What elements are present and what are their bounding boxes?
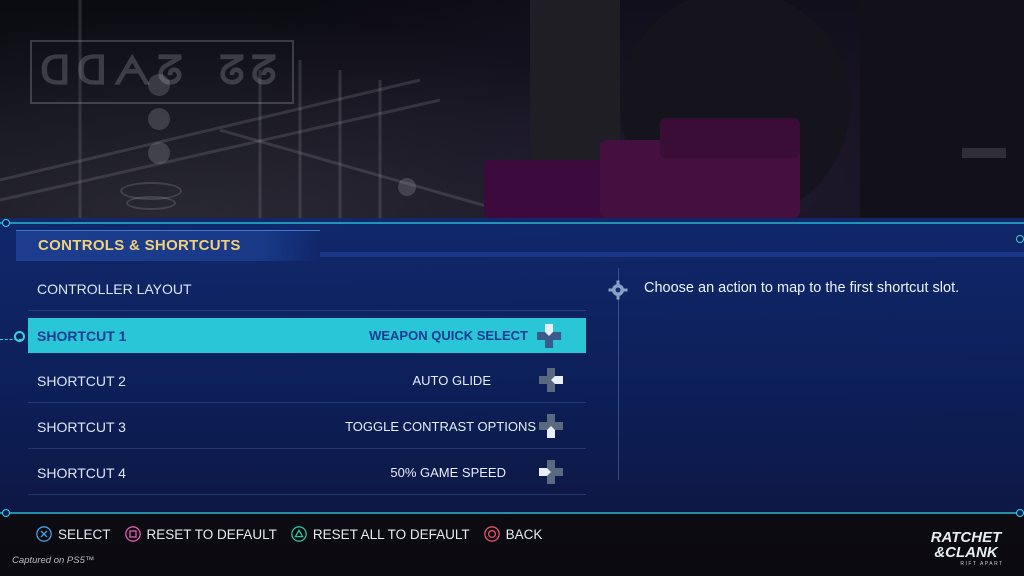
prompt-select[interactable]: SELECT (36, 526, 111, 542)
game-logo: RATCHET &CLANK RIFT APART (931, 529, 1003, 567)
menu-item-shortcut-3[interactable]: SHORTCUT 3 TOGGLE CONTRAST OPTIONS (28, 404, 586, 449)
panel-header-stripe (320, 252, 1024, 257)
panel-node (1016, 235, 1024, 243)
panel-node (2, 509, 10, 517)
menu-item-value: WEAPON QUICK SELECT (369, 328, 528, 343)
svg-text:RIFT APART: RIFT APART (960, 561, 1003, 567)
menu-item-shortcut-4[interactable]: SHORTCUT 4 50% GAME SPEED (28, 450, 586, 495)
gear-icon (608, 280, 628, 300)
square-button-icon (124, 526, 141, 542)
circle-button-icon (483, 526, 500, 542)
prompt-label: RESET TO DEFAULT (146, 526, 277, 542)
menu-item-shortcut-1[interactable]: SHORTCUT 1 WEAPON QUICK SELECT (0, 318, 586, 353)
triangle-button-icon (290, 526, 307, 542)
page-title: CONTROLS & SHORTCUTS (38, 237, 241, 254)
prompt-label: BACK (505, 526, 543, 542)
prompt-reset-default[interactable]: RESET TO DEFAULT (124, 526, 277, 542)
background-magenta-object (660, 118, 800, 158)
panel-bottom-line (0, 512, 1024, 514)
prompt-back[interactable]: BACK (483, 526, 543, 542)
svg-text:&CLANK: &CLANK (934, 544, 998, 561)
panel-top-line (0, 222, 1024, 224)
menu-item-label: SHORTCUT 2 (37, 373, 126, 389)
prompt-reset-all[interactable]: RESET ALL TO DEFAULT (290, 526, 470, 542)
menu-item-controller-layout[interactable]: CONTROLLER LAYOUT (28, 266, 586, 311)
button-prompts: SELECT RESET TO DEFAULT RESET ALL TO DEF… (36, 524, 556, 544)
panel-node (1016, 509, 1024, 517)
prompt-label: SELECT (58, 526, 111, 542)
menu-item-label: SHORTCUT 4 (37, 465, 126, 481)
selection-marker-icon (14, 331, 25, 342)
menu-item-value: 50% GAME SPEED (390, 465, 506, 480)
capture-watermark: Captured on PS5™ (12, 555, 95, 566)
panel-node (2, 219, 10, 227)
dpad-left-icon (539, 460, 563, 484)
background-magenta-object (484, 160, 604, 218)
menu-item-label: SHORTCUT 1 (37, 328, 127, 344)
shortcut-description: Choose an action to map to the first sho… (644, 280, 960, 296)
dpad-down-icon (539, 414, 563, 438)
cross-button-icon (36, 526, 52, 542)
background-light (962, 148, 1006, 158)
prompt-label: RESET ALL TO DEFAULT (312, 526, 470, 542)
menu-item-shortcut-2[interactable]: SHORTCUT 2 AUTO GLIDE (28, 358, 586, 403)
menu-item-label: CONTROLLER LAYOUT (37, 281, 192, 297)
menu-item-value: TOGGLE CONTRAST OPTIONS (345, 419, 536, 434)
dpad-right-icon (539, 368, 563, 392)
dpad-up-icon (537, 324, 561, 348)
menu-item-label: SHORTCUT 3 (37, 419, 126, 435)
menu-item-value: AUTO GLIDE (412, 373, 491, 388)
